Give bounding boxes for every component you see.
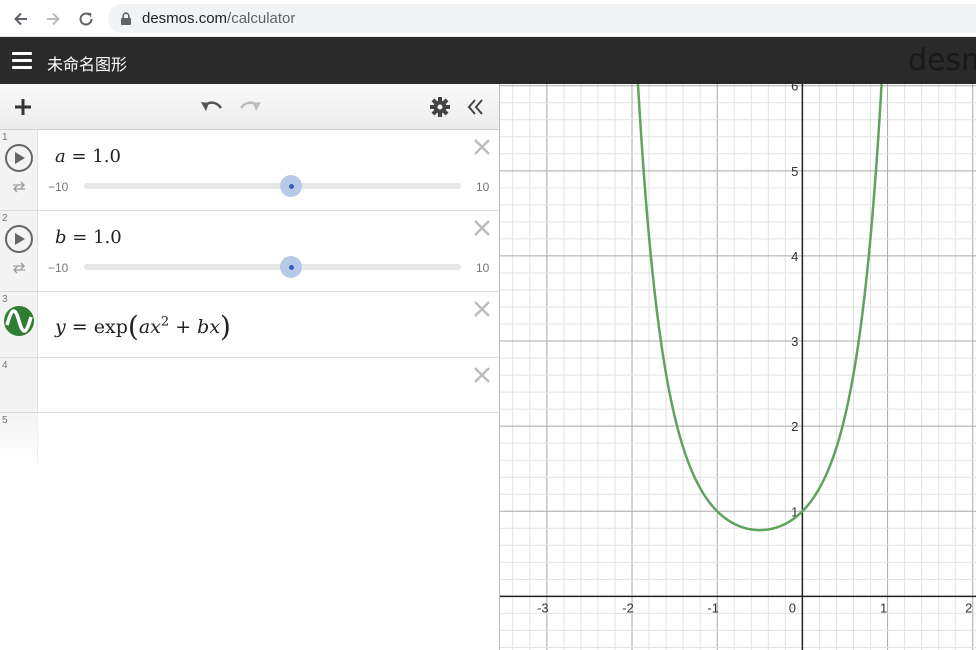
var-x: x (150, 316, 161, 338)
expression-row-empty[interactable]: 4 (0, 358, 499, 413)
delete-expression-icon[interactable] (473, 300, 491, 318)
x-tick-label: -3 (537, 600, 549, 615)
x-tick-label: 2 (965, 600, 972, 615)
gear-icon (430, 97, 450, 117)
graph-title[interactable]: 未命名图形 (47, 51, 127, 75)
expression-gutter: 2 (0, 211, 38, 291)
double-chevron-left-icon (467, 99, 483, 115)
y-tick-label: 2 (791, 419, 798, 434)
address-bar[interactable]: desmos.com/calculator (108, 4, 976, 33)
expression-panel: 1 a = 1.0 −10 10 2 b = 1.0 −10 10 3 y = … (0, 84, 499, 650)
url-path: /calculator (227, 10, 296, 27)
back-arrow-icon[interactable] (10, 8, 32, 30)
y-tick-label: 4 (791, 249, 798, 264)
x-tick-label: -1 (707, 600, 719, 615)
undo-icon (201, 101, 223, 111)
var-b: b (197, 316, 210, 338)
app-header: 未命名图形 desm (0, 37, 976, 84)
x-tick-label: 1 (880, 600, 887, 615)
slider-track[interactable] (84, 264, 461, 270)
delete-expression-icon[interactable] (473, 219, 491, 237)
delete-expression-icon[interactable] (473, 138, 491, 156)
menu-icon[interactable] (12, 52, 32, 69)
plus-icon (15, 99, 31, 115)
expression-index: 2 (2, 213, 8, 224)
slider-track[interactable] (84, 183, 461, 189)
expression-gutter: 4 (0, 358, 38, 412)
slider-min-label: −10 (48, 261, 69, 275)
slider-b-value: 1.0 (93, 227, 122, 248)
loop-icon[interactable] (11, 180, 27, 199)
slider-thumb[interactable] (280, 256, 302, 278)
equals-sign: = (72, 227, 88, 248)
loop-icon[interactable] (11, 261, 27, 280)
reload-icon[interactable] (75, 8, 97, 30)
expression-index: 5 (2, 415, 8, 426)
slider-max-label: 10 (476, 180, 490, 194)
expression-gutter: 3 (0, 292, 38, 357)
plus-sign: + (175, 316, 192, 338)
play-icon[interactable] (4, 224, 34, 259)
play-icon[interactable] (4, 143, 34, 178)
expression-row-function[interactable]: 3 y = exp(ax2 + bx) (0, 292, 499, 358)
y-tick-label: 3 (791, 334, 798, 349)
slider-max-label: 10 (476, 261, 490, 275)
url-text: desmos.com/calculator (142, 10, 295, 27)
variable-b: b (55, 227, 67, 248)
expression-gutter: 1 (0, 130, 38, 210)
var-a: a (138, 316, 151, 338)
lock-icon (120, 12, 132, 31)
slider-a-formula[interactable]: a = 1.0 (55, 146, 121, 167)
slider-a-value: 1.0 (92, 146, 121, 167)
expression-index: 1 (2, 132, 8, 143)
expression-toolbar (0, 84, 499, 130)
exp-function: exp (93, 316, 128, 338)
var-y: y (55, 316, 66, 338)
undo-button[interactable] (199, 94, 225, 120)
graph-canvas[interactable]: -3 -2 -1 0 1 2123456 (500, 84, 976, 650)
curve-color-icon[interactable] (3, 305, 35, 342)
expression-row-slider-a[interactable]: 1 a = 1.0 −10 10 (0, 130, 499, 211)
equals-sign: = (71, 146, 87, 167)
collapse-panel-button[interactable] (463, 94, 489, 120)
y-tick-label: 6 (791, 84, 798, 94)
url-domain: desmos.com (142, 10, 228, 27)
new-expression-gutter[interactable]: 5 (0, 413, 38, 463)
slider-thumb[interactable] (280, 175, 302, 197)
delete-expression-icon[interactable] (473, 366, 491, 384)
exponent: 2 (160, 314, 170, 330)
browser-bar: desmos.com/calculator (0, 0, 976, 37)
slider-b-formula[interactable]: b = 1.0 (55, 227, 122, 248)
var-x: x (209, 316, 221, 338)
variable-a: a (55, 146, 66, 167)
desmos-logo: desm (908, 43, 976, 78)
x-tick-label: -2 (622, 600, 634, 615)
expression-index: 3 (2, 294, 8, 305)
equals-sign: = (71, 316, 88, 338)
expression-row-slider-b[interactable]: 2 b = 1.0 −10 10 (0, 211, 499, 292)
function-formula[interactable]: y = exp(ax2 + bx) (55, 310, 231, 343)
expression-index: 4 (2, 360, 8, 371)
graph-paper[interactable]: -3 -2 -1 0 1 2 1 2 3 4 5 6 (499, 84, 976, 650)
redo-button[interactable] (237, 94, 263, 120)
redo-icon (239, 101, 261, 111)
y-tick-label: 5 (791, 164, 798, 179)
add-expression-button[interactable] (10, 94, 36, 120)
slider-min-label: −10 (48, 180, 69, 194)
x-tick-label: 0 (789, 600, 796, 615)
forward-arrow-icon[interactable] (42, 8, 64, 30)
settings-button[interactable] (427, 94, 453, 120)
